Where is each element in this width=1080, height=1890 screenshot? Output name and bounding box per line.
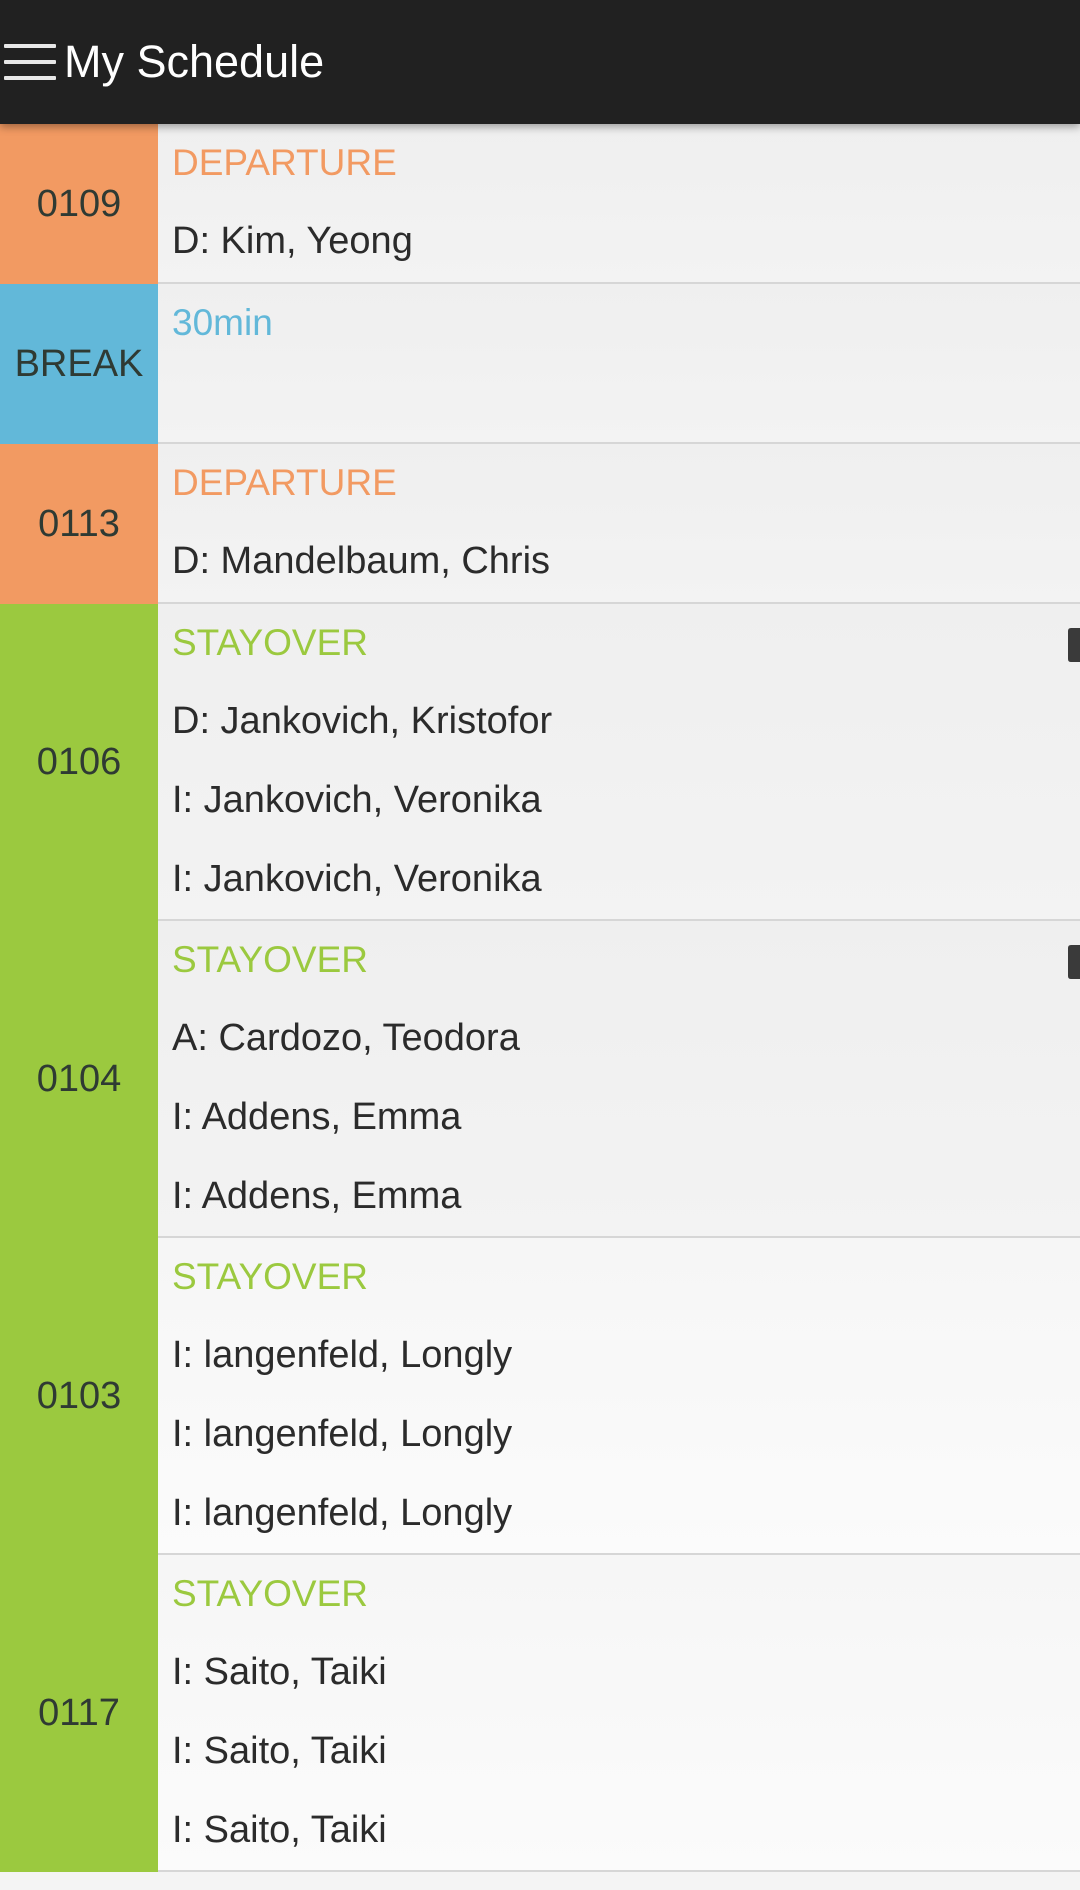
guest-name: I: langenfeld, Longly — [172, 1334, 513, 1376]
room-number: 0103 — [0, 1238, 158, 1555]
room-status: STAYOVER — [172, 1256, 369, 1297]
row-details: STAYOVER I: Saito, Taiki I: Saito, Taiki I:… — [158, 1555, 1080, 1872]
room-number: 0117 — [0, 1555, 158, 1872]
break-label: BREAK — [0, 284, 158, 444]
room-status: STAYOVER — [172, 939, 369, 980]
page-title: My Schedule — [64, 36, 325, 87]
guest-name: I: Addens, Emma — [172, 1096, 462, 1138]
note-icon[interactable] — [1068, 945, 1080, 979]
guest-name: I: Addens, Emma — [172, 1175, 462, 1217]
row-details: DEPARTURE D: Kim, Yeong — [158, 124, 1080, 284]
schedule-row-0109[interactable]: 0109 DEPARTURE D: Kim, Yeong — [0, 124, 1080, 284]
guest-name: D: Mandelbaum, Chris — [172, 540, 551, 582]
schedule-row-break[interactable]: BREAK 30min — [0, 284, 1080, 444]
hamburger-menu-icon[interactable] — [4, 44, 56, 80]
schedule-row-0103[interactable]: 0103 STAYOVER I: langenfeld, Longly I: lang… — [0, 1238, 1080, 1555]
row-details: 30min — [158, 284, 1080, 444]
app-bar: My Schedule — [0, 0, 1080, 124]
room-status: DEPARTURE — [172, 462, 397, 503]
room-status: DEPARTURE — [172, 142, 397, 183]
room-status: STAYOVER — [172, 1573, 369, 1614]
schedule-row-0117[interactable]: 0117 STAYOVER I: Saito, Taiki I: Saito, Tai… — [0, 1555, 1080, 1872]
guest-name: I: Saito, Taiki — [172, 1651, 387, 1693]
break-duration: 30min — [172, 302, 273, 343]
room-number: 0106 — [0, 604, 158, 921]
row-details: STAYOVER D: Jankovich, Kristofor I: Jankov… — [158, 604, 1080, 921]
guest-name: I: Saito, Taiki — [172, 1730, 387, 1772]
guest-name: A: Cardozo, Teodora — [172, 1017, 520, 1059]
schedule-row-0113[interactable]: 0113 DEPARTURE D: Mandelbaum, Chris — [0, 444, 1080, 604]
guest-name: I: langenfeld, Longly — [172, 1492, 513, 1534]
row-details: STAYOVER I: langenfeld, Longly I: langenfe… — [158, 1238, 1080, 1555]
schedule-row-0104[interactable]: 0104 STAYOVER A: Cardozo, Teodora I: Addens… — [0, 921, 1080, 1238]
row-details: STAYOVER A: Cardozo, Teodora I: Addens, Em… — [158, 921, 1080, 1238]
room-number: 0113 — [0, 444, 158, 604]
row-details: DEPARTURE D: Mandelbaum, Chris — [158, 444, 1080, 604]
room-number: 0109 — [0, 124, 158, 284]
guest-name: D: Kim, Yeong — [172, 220, 413, 262]
guest-name: I: langenfeld, Longly — [172, 1413, 513, 1455]
schedule-list: 0109 DEPARTURE D: Kim, Yeong BREAK 30min 0113… — [0, 124, 1080, 1872]
guest-name: I: Saito, Taiki — [172, 1809, 387, 1851]
room-status: STAYOVER — [172, 622, 369, 663]
room-number: 0104 — [0, 921, 158, 1238]
guest-name: I: Jankovich, Veronika — [172, 779, 542, 821]
guest-name: I: Jankovich, Veronika — [172, 858, 542, 900]
guest-name: D: Jankovich, Kristofor — [172, 700, 553, 742]
note-icon[interactable] — [1068, 628, 1080, 662]
schedule-row-0106[interactable]: 0106 STAYOVER D: Jankovich, Kristofor I: Ja… — [0, 604, 1080, 921]
